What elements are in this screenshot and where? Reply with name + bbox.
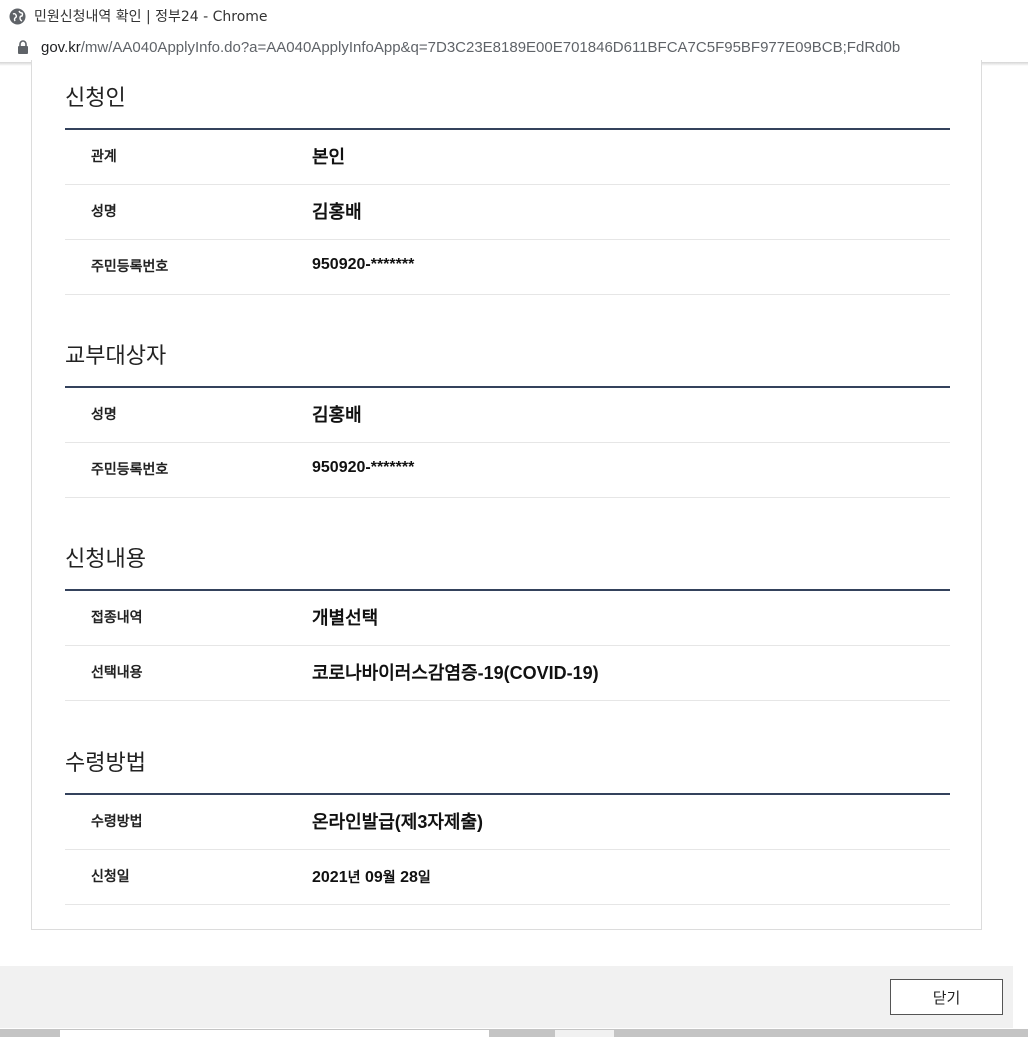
url-path: /mw/AA040ApplyInfo.do?a=AA040ApplyInfoAp… <box>80 38 901 56</box>
info-row: 관계 본인 <box>65 130 950 185</box>
url-host: gov.kr <box>41 38 81 56</box>
info-row: 성명 김홍배 <box>65 388 950 443</box>
row-value: 온라인발급(제3자제출) <box>312 812 484 832</box>
section-request-details: 신청내용 접종내역 개별선택 선택내용 코로나바이러스감염증-19(COVID-… <box>65 543 950 701</box>
row-label: 성명 <box>91 204 117 220</box>
info-row: 수령방법 온라인발급(제3자제출) <box>65 795 950 850</box>
info-row: 주민등록번호 950920-******* <box>65 443 950 498</box>
section-title: 신청인 <box>65 86 126 111</box>
section-applicant: 신청인 관계 본인 성명 김홍배 주민등록번호 950920-******* <box>65 82 950 295</box>
close-button[interactable]: 닫기 <box>890 979 1003 1015</box>
url-text[interactable]: gov.kr/mw/AA040ApplyInfo.do?a=AA040Apply… <box>41 39 900 56</box>
date-month: 09 <box>364 869 383 886</box>
row-value: 950920-******* <box>312 256 415 273</box>
address-bar[interactable]: gov.kr/mw/AA040ApplyInfo.do?a=AA040Apply… <box>0 32 1028 62</box>
row-label: 관계 <box>91 149 117 165</box>
row-value: 김홍배 <box>312 405 362 425</box>
row-label: 수령방법 <box>91 814 143 830</box>
section-receipt-method: 수령방법 수령방법 온라인발급(제3자제출) 신청일 2021년 09월 28일 <box>65 747 950 905</box>
row-value: 코로나바이러스감염증-19(COVID-19) <box>312 663 599 683</box>
row-value: 김홍배 <box>312 202 362 222</box>
date-day-unit: 일 <box>417 869 431 885</box>
window-title: 민원신청내역 확인 | 정부24 - Chrome <box>34 9 268 25</box>
info-row: 신청일 2021년 09월 28일 <box>65 850 950 905</box>
row-label: 신청일 <box>91 869 130 885</box>
row-label: 접종내역 <box>91 610 143 626</box>
row-value: 950920-******* <box>312 459 415 476</box>
info-row: 성명 김홍배 <box>65 185 950 240</box>
info-row: 접종내역 개별선택 <box>65 591 950 646</box>
section-title: 신청내용 <box>65 547 146 572</box>
row-label: 주민등록번호 <box>91 259 169 275</box>
globe-icon <box>9 8 26 24</box>
date-year: 2021 <box>312 869 348 886</box>
apply-info-panel: 신청인 관계 본인 성명 김홍배 주민등록번호 950920-******* 교… <box>31 60 982 930</box>
row-value: 본인 <box>312 147 346 167</box>
browser-titlebar: 민원신청내역 확인 | 정부24 - Chrome <box>0 0 1028 32</box>
horizontal-scrollbar[interactable] <box>0 1029 1028 1037</box>
lock-icon <box>18 40 28 54</box>
footer-bar: 닫기 <box>0 966 1013 1028</box>
row-label: 주민등록번호 <box>91 462 169 478</box>
section-recipient: 교부대상자 성명 김홍배 주민등록번호 950920-******* <box>65 340 950 498</box>
date-day: 28 <box>400 869 418 886</box>
date-year-unit: 년 <box>347 869 361 885</box>
application-date: 2021년 09월 28일 <box>312 867 431 887</box>
row-label: 성명 <box>91 407 117 423</box>
scrollbar-track-segment <box>555 1030 614 1037</box>
info-row: 주민등록번호 950920-******* <box>65 240 950 295</box>
date-month-unit: 월 <box>382 869 396 885</box>
scrollbar-thumb[interactable] <box>60 1030 489 1037</box>
info-row: 선택내용 코로나바이러스감염증-19(COVID-19) <box>65 646 950 701</box>
row-value: 개별선택 <box>312 608 379 628</box>
row-label: 선택내용 <box>91 665 143 681</box>
section-title: 수령방법 <box>65 751 146 776</box>
section-title: 교부대상자 <box>65 344 167 369</box>
